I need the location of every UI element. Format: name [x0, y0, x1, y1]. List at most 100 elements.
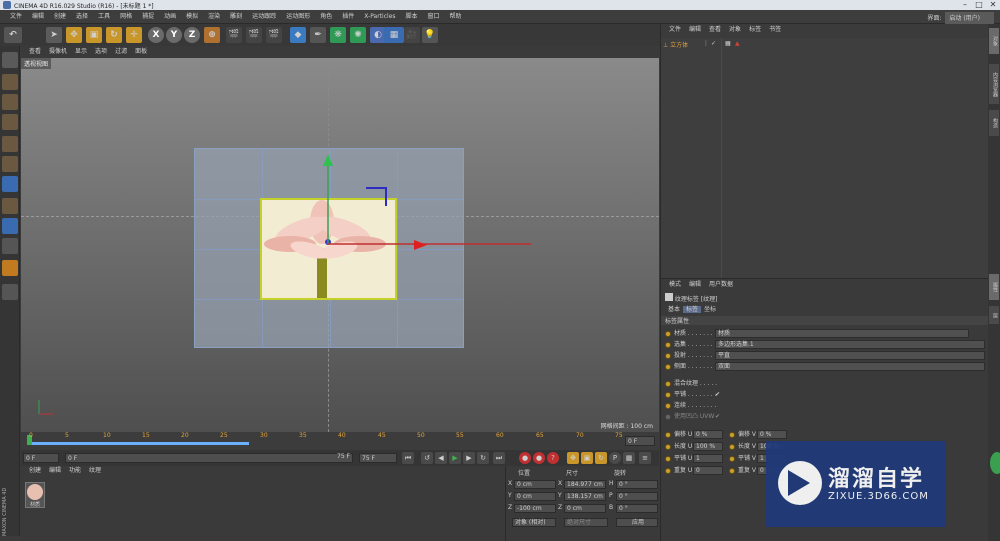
length-u-field[interactable]: 100 %	[693, 442, 723, 451]
undo-icon[interactable]: ↶	[4, 27, 22, 43]
timeline-layout-icon[interactable]: ≡	[639, 452, 651, 464]
start-frame-field[interactable]: 0 F	[23, 453, 59, 463]
attr-menu-edit[interactable]: 编辑	[689, 279, 701, 290]
next-key-icon[interactable]: ↻	[477, 452, 489, 464]
keyframe-dot-icon[interactable]	[665, 413, 671, 420]
side-tab-layers[interactable]: 层	[989, 306, 999, 324]
perspective-viewport[interactable]: 透视视图 网格间距 : 100 cm	[21, 58, 659, 432]
snap-icon[interactable]	[2, 238, 18, 254]
maximize-button[interactable]: □	[972, 0, 986, 10]
key-pla-icon[interactable]: ▦	[623, 452, 635, 464]
view-menu-filter[interactable]: 过滤	[115, 46, 127, 58]
tab-basic[interactable]: 基本	[665, 306, 683, 313]
timeline-frame-field[interactable]: 0 F	[625, 436, 655, 446]
key-position-icon[interactable]: ✥	[567, 452, 579, 464]
size-x-field[interactable]: 184.977 cm	[564, 480, 606, 489]
timeline[interactable]: 0 5 10 15 20 25 30 35 40 45 50 55 60 65 …	[21, 432, 659, 450]
edges-mode-icon[interactable]	[2, 156, 18, 172]
keyframe-dot-icon[interactable]	[665, 380, 671, 387]
camera-icon[interactable]: 🎥	[404, 27, 420, 43]
locked-workplane-icon[interactable]	[2, 260, 18, 276]
view-menu-view[interactable]: 查看	[29, 46, 41, 58]
next-frame-icon[interactable]: ▶	[463, 452, 475, 464]
material-swatch[interactable]: 材质	[25, 482, 45, 508]
menu-mograph[interactable]: 运动图形	[286, 10, 310, 24]
menu-render[interactable]: 渲染	[208, 10, 220, 24]
keyframe-dot-icon[interactable]	[665, 352, 671, 359]
max-frame-field[interactable]: 75 F	[359, 453, 397, 463]
menu-motion-tracking[interactable]: 运动跟踪	[252, 10, 276, 24]
side-tab-objects[interactable]: 对象	[989, 28, 999, 54]
tweak-icon[interactable]	[2, 218, 18, 234]
obj-menu-bookmarks[interactable]: 书签	[769, 24, 781, 35]
keyframe-dot-icon[interactable]	[665, 402, 671, 409]
size-mode-dropdown[interactable]: 绝对尺寸	[564, 518, 608, 527]
frame-range-slider[interactable]: 0 F	[65, 453, 353, 463]
render-settings-icon[interactable]: 🎬	[266, 27, 282, 43]
selection-field[interactable]: 多边形选集.1	[715, 340, 985, 349]
keyframe-dot-icon[interactable]	[665, 467, 671, 474]
object-row-cube[interactable]: ⊥ 立方体 ⋮ ✓ ▦ ▲	[663, 40, 983, 50]
obj-menu-edit[interactable]: 编辑	[689, 24, 701, 35]
light-icon[interactable]: 💡	[422, 27, 438, 43]
menu-select[interactable]: 选择	[76, 10, 88, 24]
keyframe-dot-icon[interactable]	[665, 455, 671, 462]
subdivision-icon[interactable]: ❋	[330, 27, 346, 43]
obj-menu-file[interactable]: 文件	[669, 24, 681, 35]
coordinate-system-icon[interactable]: ⊕	[204, 27, 220, 43]
texture-mode-icon[interactable]	[2, 94, 18, 110]
prev-key-icon[interactable]: ↺	[421, 452, 433, 464]
keyframe-dot-icon[interactable]	[729, 467, 735, 474]
autokey-icon[interactable]: ●	[533, 452, 545, 464]
menu-script[interactable]: 脚本	[406, 10, 418, 24]
spline-pen-icon[interactable]: ✒	[310, 27, 326, 43]
view-menu-cameras[interactable]: 摄像机	[49, 46, 67, 58]
visibility-dots-icon[interactable]: ⋮	[703, 40, 709, 47]
keyframe-selection-icon[interactable]: ?	[547, 452, 559, 464]
rot-h-field[interactable]: 0 °	[616, 480, 658, 489]
obj-menu-tags[interactable]: 标签	[749, 24, 761, 35]
texture-tag-icon[interactable]: ▦	[725, 40, 731, 47]
pos-y-field[interactable]: 0 cm	[514, 492, 556, 501]
offset-v-field[interactable]: 0 %	[757, 430, 787, 439]
phong-tag-icon[interactable]: ▲	[735, 40, 740, 47]
menu-sculpt[interactable]: 雕刻	[230, 10, 242, 24]
side-tab-attributes[interactable]: 属性	[989, 274, 999, 300]
key-scale-icon[interactable]: ▣	[581, 452, 593, 464]
cube-icon[interactable]: ◆	[290, 27, 306, 43]
planar-workplane-icon[interactable]	[2, 284, 18, 300]
size-y-field[interactable]: 138.157 cm	[564, 492, 606, 501]
obj-menu-view[interactable]: 查看	[709, 24, 721, 35]
rotate-icon[interactable]: ↻	[106, 27, 122, 43]
play-icon[interactable]: ▶	[449, 452, 461, 464]
menu-snap[interactable]: 捕捉	[142, 10, 154, 24]
attr-menu-userdata[interactable]: 用户数据	[709, 279, 733, 290]
keyframe-dot-icon[interactable]	[665, 363, 671, 370]
menu-simulate[interactable]: 模拟	[186, 10, 198, 24]
material-menu-edit[interactable]: 编辑	[49, 466, 61, 476]
tiles-u-field[interactable]: 1	[693, 454, 723, 463]
tab-tag[interactable]: 标签	[683, 306, 702, 313]
record-icon[interactable]: ●	[519, 452, 531, 464]
workplane-icon[interactable]	[2, 114, 18, 130]
menu-tools[interactable]: 工具	[98, 10, 110, 24]
keyframe-dot-icon[interactable]	[665, 391, 671, 398]
menu-create[interactable]: 创建	[54, 10, 66, 24]
prev-frame-icon[interactable]: ◀	[435, 452, 447, 464]
coord-mode-dropdown[interactable]: 对象 (相对)	[512, 518, 556, 527]
attr-menu-mode[interactable]: 模式	[669, 279, 681, 290]
go-to-start-icon[interactable]: ⏮	[402, 452, 414, 464]
checkmark-icon[interactable]: ✓	[711, 40, 716, 47]
keyframe-dot-icon[interactable]	[729, 431, 735, 438]
repeat-u-field[interactable]: 0	[693, 466, 723, 475]
keyframe-dot-icon[interactable]	[665, 330, 671, 337]
menu-plugins[interactable]: 插件	[342, 10, 354, 24]
polygons-mode-icon[interactable]	[2, 176, 18, 192]
menu-window[interactable]: 窗口	[428, 10, 440, 24]
menu-animate[interactable]: 动画	[164, 10, 176, 24]
view-menu-options[interactable]: 选项	[95, 46, 107, 58]
go-to-end-icon[interactable]: ⏭	[493, 452, 505, 464]
material-menu-texture[interactable]: 纹理	[89, 466, 101, 476]
pos-z-field[interactable]: -100 cm	[514, 504, 556, 513]
menu-file[interactable]: 文件	[10, 10, 22, 24]
